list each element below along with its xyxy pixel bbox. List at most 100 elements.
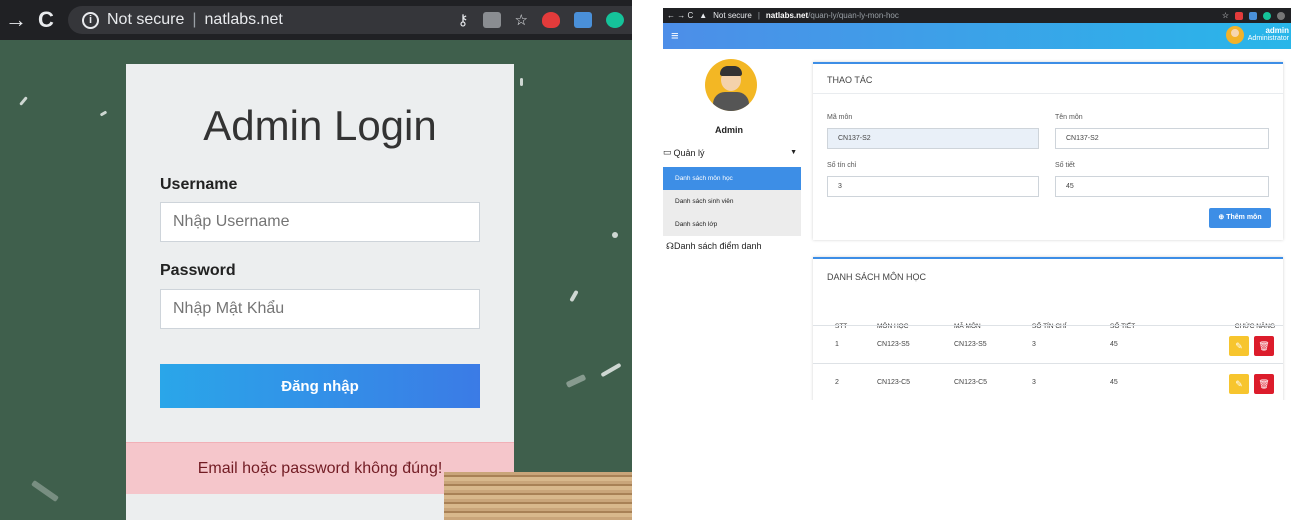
hamburger-menu-icon[interactable]: ≡ [671, 28, 679, 43]
course-form-card: THAO TÁC Mã môn CN137-S2 Tên môn CN137-S… [813, 62, 1283, 240]
chalk-mark [600, 362, 622, 378]
profile-avatar [705, 59, 757, 111]
table-row: 1 CN123-S5 CN123-S5 3 45 ✎ 🗑 [813, 325, 1283, 363]
url-path: /quan-ly/quan-ly-mon-hoc [808, 11, 899, 20]
avatar [1225, 26, 1244, 44]
chalk-mark [565, 374, 587, 388]
forward-icon[interactable]: → [2, 7, 30, 33]
course-management-screenshot: ← → C ▲ Not secure | natlabs.net/quan-ly… [663, 8, 1291, 400]
course-name-field[interactable]: CN137-S2 [1055, 128, 1269, 149]
shield-extension-icon[interactable] [1235, 11, 1243, 20]
card-title: DANH SÁCH MÔN HỌC [827, 272, 927, 282]
login-button[interactable]: Đăng nhập [160, 364, 480, 408]
edit-icon[interactable]: ✎ [1229, 374, 1249, 394]
security-status: Not secure [107, 11, 185, 28]
table-row: 2 CN123-C5 CN123-C5 3 45 ✎ 🗑 [813, 363, 1283, 400]
row-course: CN123-S5 [877, 341, 910, 348]
user-role: Administrator [1247, 35, 1289, 42]
user-info: admin Administrator [1248, 27, 1289, 43]
extension-icon[interactable] [1249, 11, 1257, 20]
username-label: Username [160, 176, 238, 193]
url-text: natlabs.net [204, 11, 283, 28]
page-title: Admin Login [203, 102, 437, 149]
sidebar-item-danh-sach-mon-hoc[interactable]: Danh sách môn học [663, 167, 801, 190]
grammarly-icon[interactable] [1263, 11, 1271, 20]
warning-icon: ▲ [699, 11, 708, 20]
edit-icon[interactable]: ✎ [1229, 336, 1249, 356]
sidebar-group-label: Quản lý [673, 147, 705, 158]
course-code-field[interactable]: CN137-S2 [827, 128, 1039, 149]
login-screenshot: → C i Not secure | natlabs.net ⚷ ☆ Admin… [0, 0, 632, 520]
sidebar-item-danh-sach-lop[interactable]: Danh sách lớp [663, 213, 801, 236]
chalk-mark [520, 78, 523, 86]
periods-field[interactable]: 45 [1055, 176, 1269, 197]
grammarly-icon[interactable] [606, 12, 624, 28]
shield-extension-icon[interactable] [542, 12, 560, 28]
sidebar-item-danh-sach-sinh-vien[interactable]: Danh sách sinh viên [663, 190, 801, 213]
course-list-card: DANH SÁCH MÔN HỌC STT MÔN HỌC MÃ MÔN SỐ … [813, 257, 1283, 400]
card-title: THAO TÁC [813, 64, 1283, 94]
star-icon[interactable]: ☆ [515, 11, 528, 29]
row-course: CN123-C5 [877, 379, 911, 386]
row-code: CN123-S5 [954, 341, 987, 348]
add-course-label: Thêm môn [1226, 214, 1262, 221]
course-name-label: Tên môn [1055, 114, 1083, 121]
nav-buttons[interactable]: ← → C [667, 11, 693, 20]
browser-toolbar: ← → C ▲ Not secure | natlabs.net/quan-ly… [663, 8, 1291, 23]
password-label: Password [160, 262, 236, 279]
star-icon[interactable]: ☆ [1222, 11, 1229, 20]
row-credits: 3 [1032, 379, 1036, 386]
username-input[interactable] [160, 202, 480, 242]
sidebar-group-quan-ly[interactable]: ▭ Quản lý ▼ [663, 147, 801, 158]
chalk-mark [19, 96, 28, 106]
url-divider: | [192, 11, 197, 28]
add-course-button[interactable]: ⊕ Thêm môn [1209, 208, 1271, 228]
chalk-mark [569, 289, 579, 303]
key-icon[interactable]: ⚷ [458, 11, 469, 29]
avatar-suit [713, 92, 749, 111]
info-icon[interactable]: i [82, 11, 99, 29]
row-index: 2 [835, 379, 839, 386]
user-name: admin [1265, 26, 1289, 35]
row-credits: 3 [1032, 341, 1036, 348]
handshake-icon: ☊ [666, 241, 674, 251]
password-input[interactable] [160, 289, 480, 329]
address-bar[interactable]: i Not secure | natlabs.net ⚷ ☆ [68, 6, 632, 34]
course-code-label: Mã môn [827, 114, 853, 121]
row-index: 1 [835, 341, 839, 348]
sidebar: Admin ▭ Quản lý ▼ Danh sách môn học Danh… [663, 49, 805, 400]
sidebar-item-label: Danh sách điểm danh [674, 241, 762, 251]
caret-down-icon: ▼ [790, 149, 797, 156]
profile-icon[interactable] [1277, 11, 1285, 20]
avatar-hair [720, 66, 742, 76]
user-menu[interactable]: admin Administrator [1225, 26, 1289, 44]
extension-icon[interactable] [574, 12, 592, 28]
reload-icon[interactable]: C [32, 7, 60, 33]
login-card: Admin Login Username Password Đăng nhập … [126, 64, 514, 520]
sidebar-item-danh-sach-diem-danh[interactable]: ☊Danh sách điểm danh [666, 241, 762, 252]
row-code: CN123-C5 [954, 379, 988, 386]
credits-field[interactable]: 3 [827, 176, 1039, 197]
row-periods: 45 [1110, 379, 1118, 386]
periods-label: Số tiết [1055, 162, 1075, 169]
profile-name: Admin [715, 125, 743, 135]
chalk-mark [612, 232, 618, 238]
sidebar-submenu: Danh sách môn học Danh sách sinh viên Da… [663, 167, 801, 236]
row-periods: 45 [1110, 341, 1118, 348]
url-host: natlabs.net [765, 11, 809, 20]
main-content: THAO TÁC Mã môn CN137-S2 Tên môn CN137-S… [813, 62, 1283, 400]
trash-icon[interactable]: 🗑 [1254, 336, 1274, 356]
wooden-desk-decoration [444, 472, 632, 520]
browser-toolbar: → C i Not secure | natlabs.net ⚷ ☆ [0, 0, 632, 40]
screenshot-composite: → C i Not secure | natlabs.net ⚷ ☆ Admin… [0, 0, 1298, 525]
trash-icon[interactable]: 🗑 [1254, 374, 1274, 394]
credits-label: Số tín chỉ [827, 162, 857, 169]
address-bar[interactable]: natlabs.net/quan-ly/quan-ly-mon-hoc [766, 11, 899, 20]
extension-icons: ⚷ ☆ [458, 6, 632, 34]
folder-icon: ▭ [663, 147, 672, 157]
extension-icons: ☆ [1222, 11, 1285, 20]
app-header: ≡ admin Administrator [663, 23, 1291, 49]
translate-icon[interactable] [482, 12, 501, 28]
chalk-mark [30, 479, 60, 503]
chalk-mark [99, 110, 108, 117]
